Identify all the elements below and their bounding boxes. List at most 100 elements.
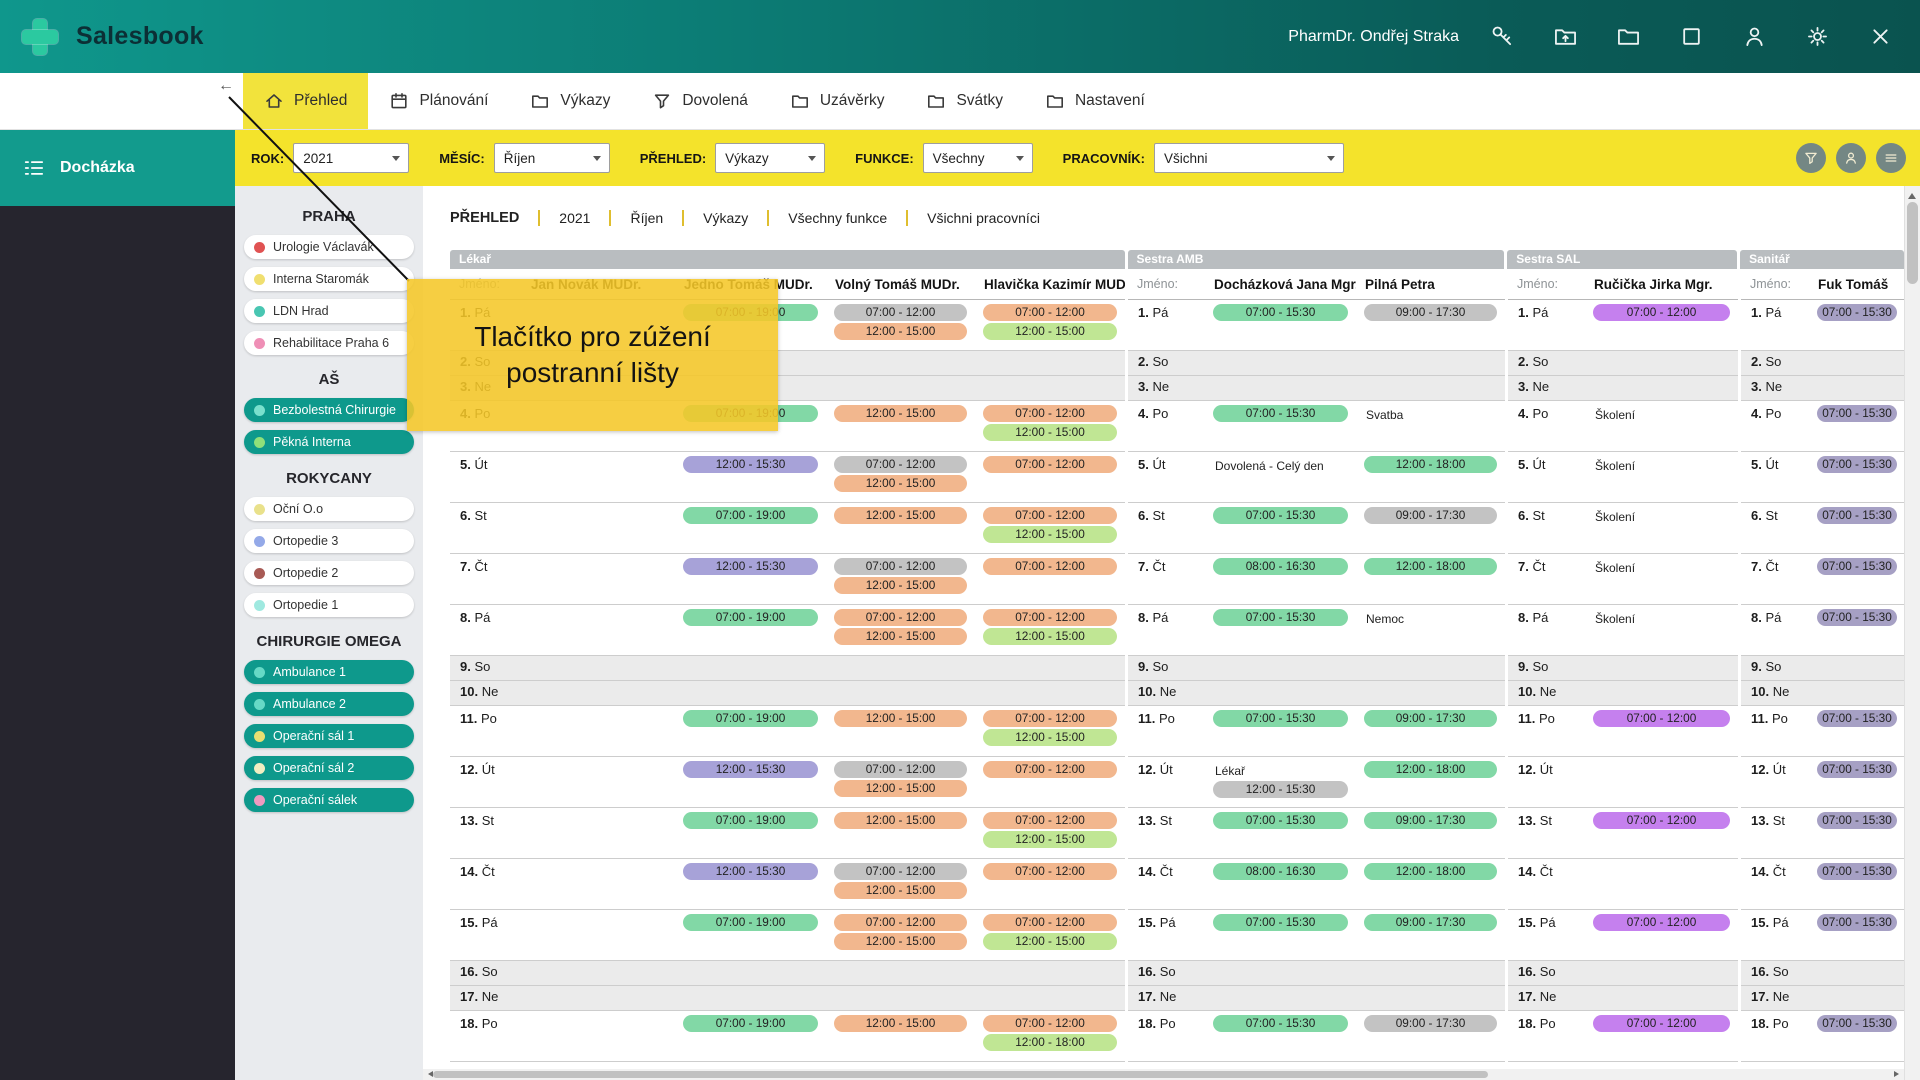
shift-cell[interactable]: 09:00 - 17:30 xyxy=(1356,1011,1505,1062)
shift-cell[interactable]: 07:00 - 15:30 xyxy=(1809,757,1904,808)
shift-cell[interactable]: Školení xyxy=(1585,401,1738,452)
filter-select-mesic[interactable]: Říjen xyxy=(494,143,610,173)
facility-item-urologie-vaclavak[interactable]: Urologie Václavák xyxy=(244,235,414,259)
shift-pill[interactable]: 07:00 - 15:30 xyxy=(1213,710,1348,727)
shift-cell[interactable]: 07:00 - 12:0012:00 - 15:00 xyxy=(826,554,975,605)
shift-cell[interactable]: 07:00 - 15:30 xyxy=(1809,706,1904,757)
shift-cell[interactable]: 12:00 - 15:00 xyxy=(826,808,975,859)
shift-pill[interactable]: 07:00 - 12:00 xyxy=(983,812,1117,829)
shift-pill[interactable]: 12:00 - 15:30 xyxy=(683,456,818,473)
shift-pill[interactable]: 07:00 - 12:00 xyxy=(834,761,967,778)
shift-pill[interactable]: 07:00 - 12:00 xyxy=(983,609,1117,626)
shift-cell[interactable] xyxy=(1205,351,1356,376)
employee-header-jedno-tomas-mudr[interactable]: Jedno Tomáš MUDr. xyxy=(675,269,826,300)
shift-cell[interactable]: 07:00 - 12:0012:00 - 18:00 xyxy=(975,1011,1125,1062)
shift-cell[interactable]: 12:00 - 15:00 xyxy=(826,1011,975,1062)
shift-pill[interactable]: 07:00 - 12:00 xyxy=(983,863,1117,880)
shift-cell[interactable] xyxy=(675,351,826,376)
shift-cell[interactable] xyxy=(1356,961,1505,986)
shift-pill[interactable]: 07:00 - 12:00 xyxy=(834,304,967,321)
shift-cell[interactable] xyxy=(522,910,675,961)
shift-cell[interactable] xyxy=(1809,376,1904,401)
shift-cell[interactable] xyxy=(826,681,975,706)
shift-pill[interactable]: 12:00 - 15:00 xyxy=(834,628,967,645)
shift-cell[interactable]: 12:00 - 18:00 xyxy=(1356,554,1505,605)
employee-header-fuk-tomas[interactable]: Fuk Tomáš xyxy=(1809,269,1904,300)
shift-cell[interactable]: 07:00 - 19:00 xyxy=(675,503,826,554)
shift-pill[interactable]: 07:00 - 19:00 xyxy=(683,405,818,422)
shift-pill[interactable]: 07:00 - 12:00 xyxy=(1593,1015,1730,1032)
shift-cell[interactable]: 07:00 - 19:00 xyxy=(675,808,826,859)
employee-header-dochazkova-jana-mgr[interactable]: Docházková Jana Mgr. xyxy=(1205,269,1356,300)
shift-pill[interactable]: 07:00 - 12:00 xyxy=(983,405,1117,422)
shift-cell[interactable]: 07:00 - 15:30 xyxy=(1809,910,1904,961)
shift-pill[interactable]: 12:00 - 15:30 xyxy=(1213,781,1348,798)
facility-item-operacni-sal-2[interactable]: Operační sál 2 xyxy=(244,756,414,780)
shift-cell[interactable] xyxy=(675,376,826,401)
close-icon[interactable] xyxy=(1867,23,1894,50)
shift-cell[interactable]: 07:00 - 19:00 xyxy=(675,401,826,452)
shift-pill[interactable]: 09:00 - 17:30 xyxy=(1364,812,1497,829)
shift-pill[interactable]: 07:00 - 12:00 xyxy=(834,456,967,473)
shift-cell[interactable]: 07:00 - 15:30 xyxy=(1205,401,1356,452)
shift-cell[interactable] xyxy=(1585,961,1738,986)
shift-pill[interactable]: 09:00 - 17:30 xyxy=(1364,914,1497,931)
employee-header-rucicka-jirka-mgr[interactable]: Ručička Jirka Mgr. xyxy=(1585,269,1738,300)
shift-cell[interactable] xyxy=(522,300,675,351)
shift-cell[interactable] xyxy=(1809,986,1904,1011)
facility-item-ambulance-2[interactable]: Ambulance 2 xyxy=(244,692,414,716)
tab-planovani[interactable]: Plánování xyxy=(368,73,509,129)
shift-cell[interactable]: 07:00 - 12:00 xyxy=(1585,910,1738,961)
shift-cell[interactable]: 07:00 - 19:00 xyxy=(675,300,826,351)
shift-pill[interactable]: 07:00 - 15:30 xyxy=(1817,914,1897,931)
shift-cell[interactable] xyxy=(675,656,826,681)
shift-cell[interactable] xyxy=(1205,961,1356,986)
shift-cell[interactable]: 08:00 - 16:30 xyxy=(1205,554,1356,605)
shift-pill[interactable]: 12:00 - 15:30 xyxy=(683,863,818,880)
key-icon[interactable] xyxy=(1489,23,1516,50)
export-button[interactable] xyxy=(1836,143,1866,173)
shift-pill[interactable]: 07:00 - 19:00 xyxy=(683,1015,818,1032)
vertical-scroll-thumb[interactable] xyxy=(1907,202,1918,284)
filter-select-prehled[interactable]: Výkazy xyxy=(715,143,825,173)
shift-cell[interactable] xyxy=(826,961,975,986)
shift-pill[interactable]: 07:00 - 15:30 xyxy=(1817,863,1897,880)
shift-pill[interactable]: 07:00 - 12:00 xyxy=(983,456,1117,473)
shift-cell[interactable]: Nemoc xyxy=(1356,605,1505,656)
shift-cell[interactable] xyxy=(522,1011,675,1062)
shift-pill[interactable]: 12:00 - 15:00 xyxy=(834,882,967,899)
shift-cell[interactable] xyxy=(522,986,675,1011)
shift-cell[interactable] xyxy=(1205,376,1356,401)
shift-pill[interactable]: 09:00 - 17:30 xyxy=(1364,710,1497,727)
shift-cell[interactable]: 07:00 - 15:30 xyxy=(1205,706,1356,757)
facility-item-ldn-hrad[interactable]: LDN Hrad xyxy=(244,299,414,323)
employee-header-volny-tomas-mudr[interactable]: Volný Tomáš MUDr. xyxy=(826,269,975,300)
filter-button[interactable] xyxy=(1796,143,1826,173)
shift-pill[interactable]: 09:00 - 17:30 xyxy=(1364,507,1497,524)
shift-cell[interactable]: 09:00 - 17:30 xyxy=(1356,706,1505,757)
user-icon[interactable] xyxy=(1741,23,1768,50)
shift-pill[interactable]: 07:00 - 15:30 xyxy=(1817,304,1897,321)
shift-cell[interactable]: 07:00 - 15:30 xyxy=(1205,300,1356,351)
shift-pill[interactable]: 07:00 - 15:30 xyxy=(1213,405,1348,422)
shift-cell[interactable] xyxy=(1809,961,1904,986)
shift-pill[interactable]: 07:00 - 12:00 xyxy=(1593,710,1730,727)
shift-pill[interactable]: 07:00 - 12:00 xyxy=(834,609,967,626)
shift-pill[interactable]: 08:00 - 16:30 xyxy=(1213,863,1348,880)
shift-cell[interactable] xyxy=(522,401,675,452)
shift-cell[interactable]: 08:00 - 16:30 xyxy=(1205,859,1356,910)
shift-cell[interactable] xyxy=(675,961,826,986)
shift-cell[interactable]: 07:00 - 12:00 xyxy=(1585,300,1738,351)
shift-pill[interactable]: 07:00 - 19:00 xyxy=(683,710,818,727)
shift-pill[interactable]: 12:00 - 15:00 xyxy=(834,710,967,727)
shift-pill[interactable]: 07:00 - 12:00 xyxy=(1593,812,1730,829)
shift-pill[interactable]: 12:00 - 15:00 xyxy=(983,323,1117,340)
shift-cell[interactable]: Školení xyxy=(1585,554,1738,605)
shift-cell[interactable]: 12:00 - 15:00 xyxy=(826,401,975,452)
shift-pill[interactable]: 12:00 - 18:00 xyxy=(1364,456,1497,473)
shift-pill[interactable]: 07:00 - 15:30 xyxy=(1213,1015,1348,1032)
shift-cell[interactable] xyxy=(522,808,675,859)
shift-cell[interactable]: 07:00 - 15:30 xyxy=(1205,503,1356,554)
filter-select-rok[interactable]: 2021 xyxy=(293,143,409,173)
shift-cell[interactable]: 07:00 - 12:0012:00 - 15:00 xyxy=(826,910,975,961)
